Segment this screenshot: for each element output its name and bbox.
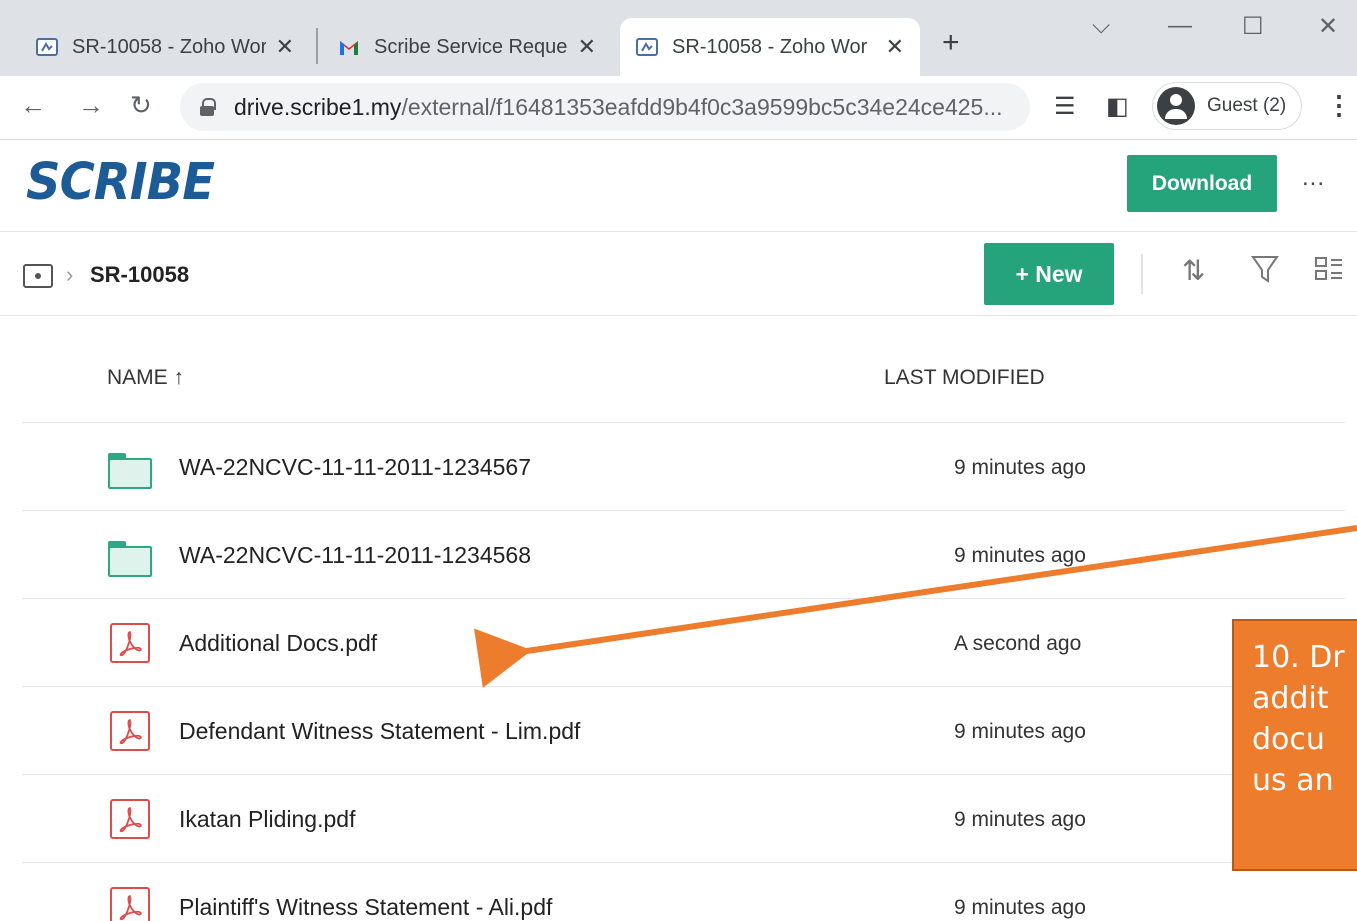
app-window: SR-10058 - Zoho Wor ✕ Scribe Service Req… [0, 0, 1357, 921]
annotation-arrow [474, 525, 1357, 688]
annotation-callout: 10. Dr addit docu us an [1232, 619, 1357, 871]
